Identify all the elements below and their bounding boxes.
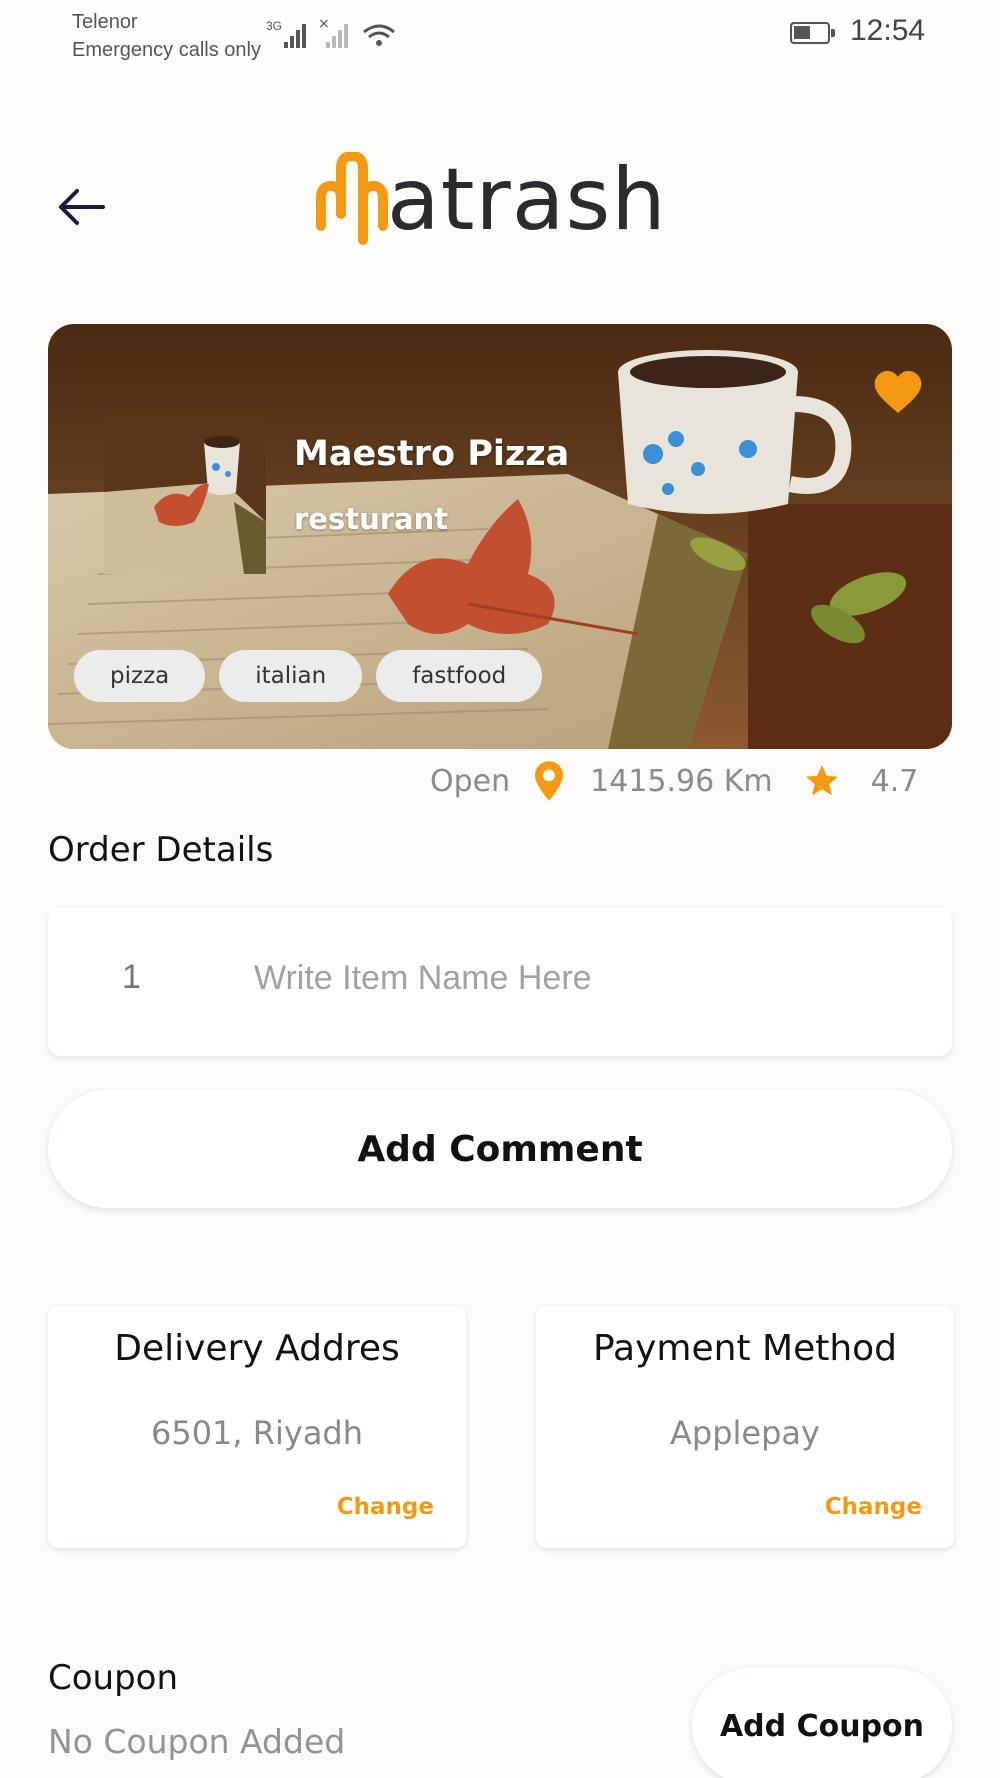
tag-chip[interactable]: italian (219, 650, 363, 702)
payment-method-title: Payment Method (592, 1328, 898, 1369)
restaurant-logo-image (104, 412, 266, 574)
payment-method-card: Payment Method Applepay Change (536, 1306, 954, 1548)
restaurant-type: resturant (294, 502, 449, 536)
network-type-label: 3G (266, 19, 282, 33)
tag-chip[interactable]: pizza (74, 650, 206, 702)
change-payment-link[interactable]: Change (825, 1494, 922, 1520)
restaurant-hero-card[interactable]: Maestro Pizza resturant pizza italian fa… (48, 324, 952, 749)
order-item-row: 1 (48, 908, 952, 1056)
emergency-text: Emergency calls only (72, 39, 261, 61)
logo-mark-icon (316, 152, 388, 245)
clock: 12:54 (850, 14, 926, 47)
logo-text: atrash (387, 150, 667, 250)
coupon-title: Coupon (48, 1658, 179, 1698)
heart-icon (874, 371, 922, 413)
app-logo: atrash (315, 152, 667, 246)
tag-chip[interactable]: fastfood (376, 650, 543, 702)
restaurant-name: Maestro Pizza (294, 434, 570, 474)
change-address-link[interactable]: Change (337, 1494, 434, 1520)
svg-text:×: × (318, 16, 330, 32)
add-coupon-button[interactable]: Add Coupon (692, 1668, 952, 1778)
delivery-address-value: 6501, Riyadh (150, 1414, 364, 1452)
back-button[interactable] (44, 170, 118, 244)
item-name-input[interactable] (254, 946, 904, 1010)
status-bar: Telenor Emergency calls only 3G × 12:54 (0, 0, 1000, 70)
carrier-info: Telenor Emergency calls only (72, 8, 261, 64)
battery-icon (790, 22, 835, 44)
signal-icons: 3G × (266, 16, 395, 48)
item-quantity[interactable]: 1 (122, 958, 141, 997)
delivery-address-card: Delivery Addres 6501, Riyadh Change (48, 1306, 466, 1548)
location-pin-icon (535, 761, 564, 801)
star-icon (805, 765, 838, 796)
coupon-status: No Coupon Added (48, 1722, 346, 1761)
distance-value: 1415.96 Km (590, 763, 773, 799)
tag-list: pizza italian fastfood (74, 650, 543, 702)
favorite-button[interactable] (870, 364, 926, 420)
delivery-address-title: Delivery Addres (114, 1328, 400, 1369)
carrier-name: Telenor (72, 11, 138, 33)
restaurant-meta: Open 1415.96 Km 4.7 (430, 756, 918, 806)
open-status: Open (430, 763, 511, 799)
order-details-title: Order Details (48, 830, 274, 870)
restaurant-thumbnail (104, 412, 266, 574)
add-comment-button[interactable]: Add Comment (48, 1090, 952, 1208)
payment-method-value: Applepay (670, 1414, 820, 1452)
rating-value: 4.7 (870, 763, 919, 799)
arrow-left-icon (59, 189, 105, 225)
